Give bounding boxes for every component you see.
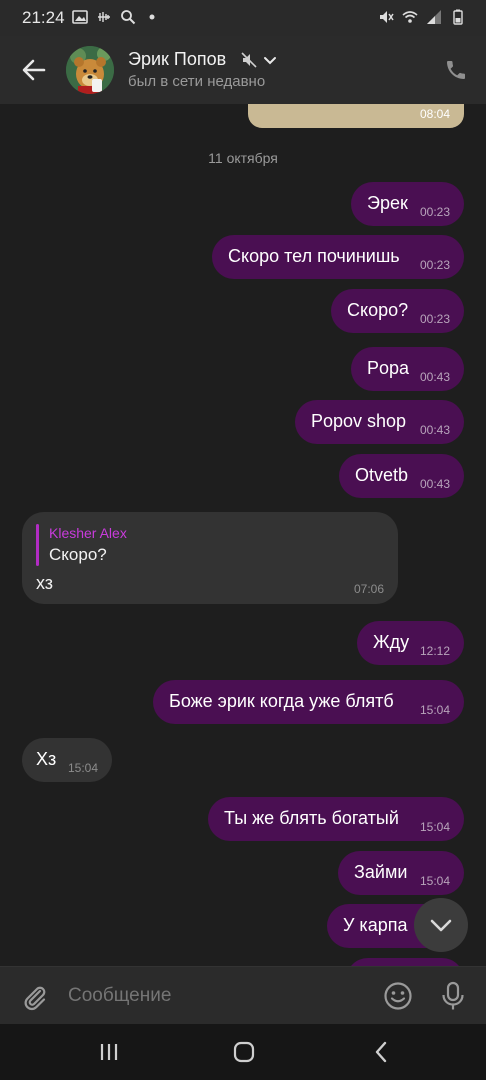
message-time: 00:23: [419, 258, 450, 272]
search-icon: [121, 10, 136, 25]
muted-icon: [241, 52, 257, 68]
contact-name[interactable]: Эрик Попов: [128, 49, 226, 70]
outgoing-message[interactable]: Скоро тел починишь 00:23: [212, 235, 464, 279]
avatar[interactable]: [66, 46, 114, 94]
message-input[interactable]: [68, 985, 358, 1007]
attach-icon[interactable]: [20, 983, 48, 1011]
message-text: Скоро?: [347, 300, 409, 320]
outgoing-message[interactable]: Otvetb 00:43: [339, 454, 464, 498]
outgoing-message[interactable]: Popov shop 00:43: [295, 400, 464, 444]
message-time: 00:43: [419, 423, 450, 437]
phone-icon[interactable]: [444, 58, 468, 82]
message-time: 00:23: [419, 312, 450, 326]
system-nav-bar: [0, 1024, 486, 1080]
signal-icon: [427, 10, 441, 24]
message-time: 15:04: [419, 874, 450, 888]
incoming-message[interactable]: Хз 15:04: [22, 738, 112, 782]
message-text: Займи: [354, 862, 408, 882]
outgoing-message[interactable]: Ты же блять богатый 15:04: [208, 797, 464, 841]
outgoing-message[interactable]: Popa 00:43: [351, 347, 464, 391]
message-list[interactable]: 08:04 11 октября Эрек 00:23 Скоро тел по…: [0, 104, 486, 966]
scroll-down-button[interactable]: [414, 898, 468, 952]
reply-accent-bar: [36, 524, 39, 566]
home-icon[interactable]: [232, 1040, 256, 1064]
message-text: Скоро тел починишь: [228, 246, 400, 266]
recents-icon[interactable]: [98, 1041, 120, 1063]
message-text: Эрек: [367, 193, 408, 213]
outgoing-message[interactable]: Займи 15:04: [338, 851, 464, 895]
dot-icon: [149, 14, 155, 20]
message-text: Жду: [373, 632, 410, 652]
outgoing-message-partial[interactable]: [346, 958, 464, 966]
contact-status: был в сети недавно: [128, 73, 266, 90]
microphone-icon[interactable]: [440, 981, 466, 1011]
emoji-icon[interactable]: [383, 981, 413, 1011]
message-text: Хз: [36, 749, 57, 769]
voicemail-icon: [98, 12, 110, 22]
reply-quote: Скоро?: [49, 545, 107, 564]
message-time: 15:04: [67, 761, 98, 775]
message-text: хз: [36, 573, 54, 593]
outgoing-message[interactable]: Скоро? 00:23: [331, 289, 464, 333]
message-time: 00:43: [419, 477, 450, 491]
outgoing-message[interactable]: Жду 12:12: [357, 621, 464, 665]
image-icon: [72, 10, 88, 24]
wifi-icon: [402, 11, 418, 23]
status-icons-right: [378, 9, 466, 25]
message-time: 00:43: [419, 370, 450, 384]
battery-icon: [453, 9, 463, 25]
status-time: 21:24: [22, 8, 65, 27]
status-bar: 21:24: [0, 0, 486, 36]
message-time: 08:04: [419, 107, 450, 121]
outgoing-message[interactable]: Эрек 00:23: [351, 182, 464, 226]
chat-header: Эрик Попов был в сети недавно: [0, 36, 486, 104]
nav-back-icon[interactable]: [370, 1040, 392, 1064]
message-time: 15:04: [419, 703, 450, 717]
message-text: Otvetb: [355, 465, 409, 485]
chevron-down-icon[interactable]: [263, 54, 277, 68]
message-text: Ты же блять богатый: [224, 808, 399, 828]
chevron-down-icon: [430, 919, 452, 932]
photo-message[interactable]: 08:04: [248, 104, 464, 128]
message-text: Popa: [367, 358, 410, 378]
message-text: Popov shop: [311, 411, 407, 431]
message-time: 15:04: [419, 820, 450, 834]
status-icons-left: [72, 9, 160, 25]
message-time: 07:06: [353, 582, 384, 596]
message-composer: [0, 966, 486, 1024]
message-time: 12:12: [419, 644, 450, 658]
incoming-reply-message[interactable]: Klesher Alex Скоро? хз 07:06: [22, 512, 398, 604]
reply-author: Klesher Alex: [49, 525, 127, 541]
outgoing-message[interactable]: Боже эрик когда уже блятб 15:04: [153, 680, 464, 724]
message-text: У карпа: [343, 915, 408, 935]
message-time: 00:23: [419, 205, 450, 219]
back-arrow-icon[interactable]: [20, 56, 48, 84]
message-text: Боже эрик когда уже блятб: [169, 691, 394, 711]
date-separator: 11 октября: [208, 150, 278, 166]
mute-icon: [380, 11, 394, 23]
bear-avatar-icon: [66, 46, 114, 94]
